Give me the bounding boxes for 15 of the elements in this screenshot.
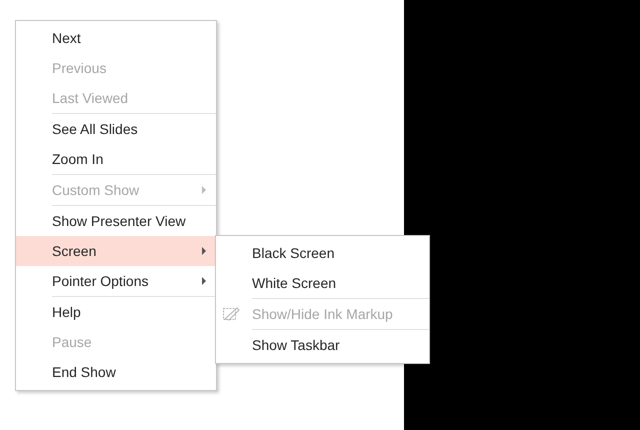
menu-item[interactable]: End Show — [16, 357, 216, 387]
ink-pen-icon — [222, 305, 240, 323]
menu-item[interactable]: Show Taskbar — [216, 330, 429, 360]
menu-item[interactable]: See All Slides — [16, 114, 216, 144]
menu-item[interactable]: Black Screen — [216, 238, 429, 268]
menu-item[interactable]: White Screen — [216, 268, 429, 298]
submenu-arrow-icon — [202, 277, 206, 285]
menu-item[interactable]: Zoom In — [16, 144, 216, 174]
menu-item[interactable]: Next — [16, 23, 216, 53]
submenu-arrow-icon — [202, 247, 206, 255]
menu-item[interactable]: Show Presenter View — [16, 206, 216, 236]
submenu-arrow-icon — [202, 186, 206, 194]
menu-item[interactable]: Pointer Options — [16, 266, 216, 296]
menu-item[interactable]: Screen — [16, 236, 216, 266]
menu-item[interactable]: Help — [16, 297, 216, 327]
